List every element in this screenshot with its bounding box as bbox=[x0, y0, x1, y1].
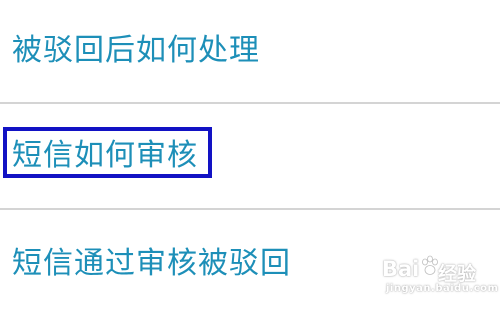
list-item[interactable]: 短信如何审核 bbox=[0, 104, 500, 209]
list-item-label: 短信如何审核 bbox=[12, 138, 198, 173]
list-item-label: 短信通过审核被驳回 bbox=[12, 246, 291, 281]
list-item[interactable]: 被驳回后如何处理 bbox=[0, 0, 500, 103]
baidu-jingyan-watermark: Bai 经验 jingyan.baidu.com bbox=[380, 253, 499, 297]
watermark-brand: Bai bbox=[382, 257, 420, 281]
list-item-label: 被驳回后如何处理 bbox=[12, 33, 260, 68]
watermark-url: jingyan.baidu.com bbox=[386, 283, 499, 294]
watermark-brand-suffix: 经验 bbox=[438, 263, 477, 285]
